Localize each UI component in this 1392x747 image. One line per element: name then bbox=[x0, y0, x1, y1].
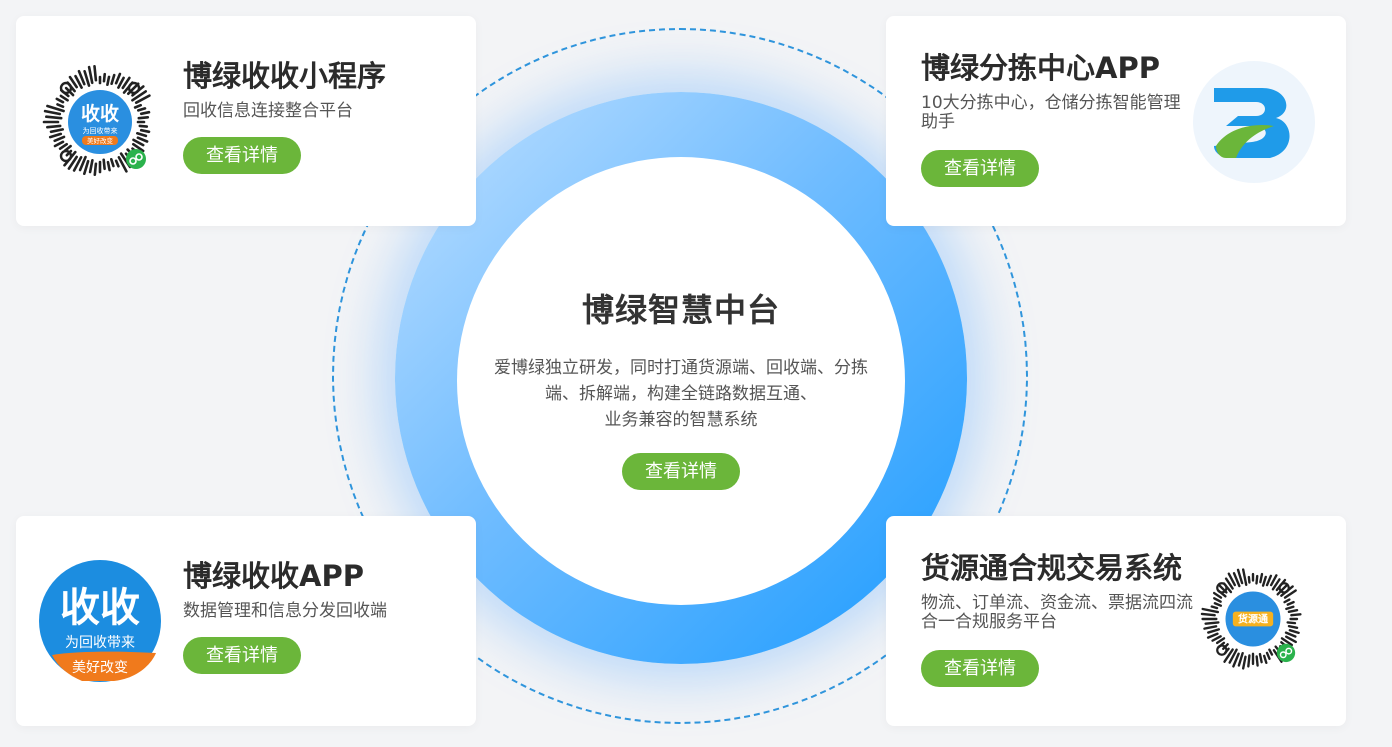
card-description: 回收信息连接整合平台 bbox=[183, 101, 353, 121]
card-shoushou-app: 收收 为回收带来 美好改变 博绿收收APP 数据管理和信息分发回收端 查看详情 bbox=[16, 516, 476, 726]
app-logo-text: 收收 bbox=[60, 586, 140, 630]
card-title: 货源通合规交易系统 bbox=[921, 551, 1183, 585]
card-description: 数据管理和信息分发回收端 bbox=[183, 601, 387, 621]
qr-logo-text: 收收 bbox=[81, 102, 119, 125]
mini-program-qr-code-icon: 收收 为回收带来 美好改变 bbox=[42, 65, 151, 176]
card-compliance-trading-system: 货源通合规交易系统 物流、订单流、资金流、票据流四流合一合规服务平台 查看详情 … bbox=[886, 516, 1346, 726]
qr-logo-sub: 为回收带来 bbox=[83, 126, 118, 135]
card-title: 博绿收收小程序 bbox=[183, 59, 387, 93]
center-description: 爱博绿独立研发，同时打通货源端、回收端、分拣 端、拆解端，构建全链路数据互通、 … bbox=[494, 358, 868, 430]
center-details-button[interactable]: 查看详情 bbox=[622, 453, 740, 490]
qr-logo-sub2: 美好改变 bbox=[87, 136, 114, 145]
card-title: 博绿分拣中心APP bbox=[921, 51, 1160, 85]
card-description: 10大分拣中心，仓储分拣智能管理助手 bbox=[921, 93, 1181, 132]
card-title: 博绿收收APP bbox=[183, 559, 364, 593]
shoushou-mini-program-details-button[interactable]: 查看详情 bbox=[183, 137, 301, 174]
center-title: 博绿智慧中台 bbox=[581, 291, 780, 329]
app-logo-sub: 为回收带来 bbox=[65, 634, 135, 650]
card-sorting-center-app: 博绿分拣中心APP 10大分拣中心，仓储分拣智能管理助手 查看详情 bbox=[886, 16, 1346, 226]
mini-program-qr-code-icon: 货源通 bbox=[1200, 568, 1302, 670]
qr-logo-text: 货源通 bbox=[1238, 613, 1269, 626]
sorting-center-details-button[interactable]: 查看详情 bbox=[921, 150, 1039, 187]
bolv-b-logo-icon bbox=[1193, 61, 1315, 183]
shoushou-app-details-button[interactable]: 查看详情 bbox=[183, 637, 301, 674]
compliance-system-details-button[interactable]: 查看详情 bbox=[921, 650, 1039, 687]
center-hub: 博绿智慧中台 爱博绿独立研发，同时打通货源端、回收端、分拣 端、拆解端，构建全链… bbox=[457, 157, 905, 605]
shoushou-app-logo-icon: 收收 为回收带来 美好改变 bbox=[39, 560, 161, 682]
card-shoushou-mini-program: 收收 为回收带来 美好改变 博绿收收小程序 回收信息连接整合平台 查看详情 bbox=[16, 16, 476, 226]
app-logo-sub2: 美好改变 bbox=[72, 659, 128, 675]
platform-overview: 博绿智慧中台 爱博绿独立研发，同时打通货源端、回收端、分拣 端、拆解端，构建全链… bbox=[0, 0, 1392, 747]
card-description: 物流、订单流、资金流、票据流四流合一合规服务平台 bbox=[921, 593, 1193, 632]
